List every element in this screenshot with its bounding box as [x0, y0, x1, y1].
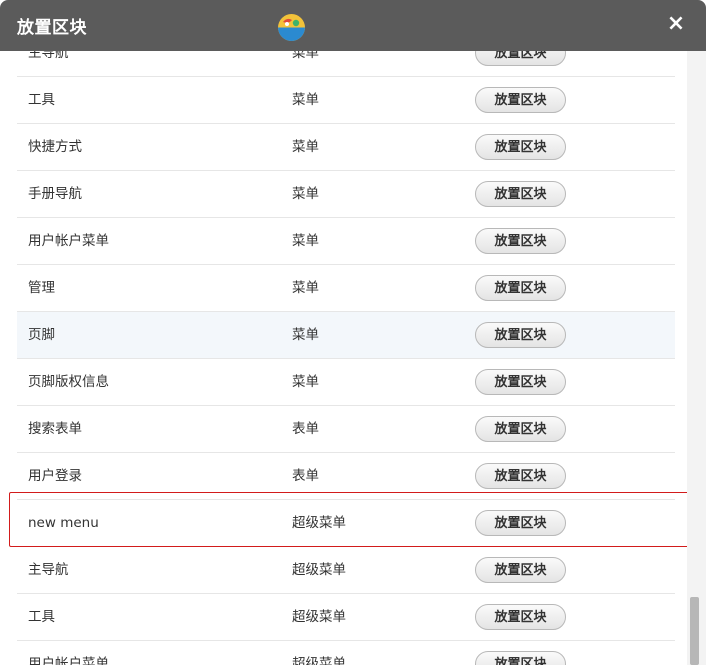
block-name: 工具 — [28, 92, 55, 108]
table-row: 用户帐户菜单 超级菜单 放置区块 — [17, 641, 675, 665]
block-name: 用户帐户菜单 — [28, 233, 109, 249]
block-name: 主导航 — [28, 51, 69, 61]
block-category: 菜单 — [292, 139, 319, 155]
table-row: 手册导航 菜单 放置区块 — [17, 171, 675, 218]
table-row: 搜索表单 表单 放置区块 — [17, 406, 675, 453]
place-block-button[interactable]: 放置区块 — [475, 604, 566, 630]
block-category: 菜单 — [292, 186, 319, 202]
scrollbar-thumb[interactable] — [690, 597, 699, 665]
block-category: 超级菜单 — [292, 515, 346, 531]
place-block-button[interactable]: 放置区块 — [475, 416, 566, 442]
close-icon[interactable]: × — [664, 12, 688, 36]
block-name: 用户登录 — [28, 468, 82, 484]
table-row: 页脚 菜单 放置区块 — [17, 312, 675, 359]
block-category: 超级菜单 — [292, 562, 346, 578]
block-list-content[interactable]: 主导航 菜单 放置区块 工具 菜单 放置区块 快捷方式 菜单 放置区块 手册导航 菜单 放置区块 用户帐… — [0, 51, 706, 665]
block-category: 菜单 — [292, 92, 319, 108]
place-block-button[interactable]: 放置区块 — [475, 557, 566, 583]
place-block-button[interactable]: 放置区块 — [475, 181, 566, 207]
table-row: 页脚版权信息 菜单 放置区块 — [17, 359, 675, 406]
table-row: 管理 菜单 放置区块 — [17, 265, 675, 312]
block-name: 管理 — [28, 280, 55, 296]
block-name: 页脚版权信息 — [28, 374, 109, 390]
block-name: 手册导航 — [28, 186, 82, 202]
place-block-button[interactable]: 放置区块 — [475, 134, 566, 160]
block-category: 表单 — [292, 421, 319, 437]
block-name: new menu — [28, 515, 99, 531]
place-block-button[interactable]: 放置区块 — [475, 322, 566, 348]
block-name: 主导航 — [28, 562, 69, 578]
block-category: 菜单 — [292, 280, 319, 296]
place-block-button[interactable]: 放置区块 — [475, 275, 566, 301]
place-block-button[interactable]: 放置区块 — [475, 369, 566, 395]
table-row: new menu 超级菜单 放置区块 — [17, 500, 675, 547]
table-row: 主导航 超级菜单 放置区块 — [17, 547, 675, 594]
block-name: 用户帐户菜单 — [28, 656, 109, 665]
table-row: 快捷方式 菜单 放置区块 — [17, 124, 675, 171]
table-row: 工具 菜单 放置区块 — [17, 77, 675, 124]
block-category: 菜单 — [292, 327, 319, 343]
block-category: 菜单 — [292, 51, 319, 61]
place-block-button[interactable]: 放置区块 — [475, 651, 566, 665]
block-category: 表单 — [292, 468, 319, 484]
place-block-button[interactable]: 放置区块 — [475, 51, 566, 66]
place-block-button[interactable]: 放置区块 — [475, 510, 566, 536]
place-block-button[interactable]: 放置区块 — [475, 87, 566, 113]
block-name: 快捷方式 — [28, 139, 82, 155]
drupal-drop-logo-icon — [278, 14, 305, 41]
table-row: 主导航 菜单 放置区块 — [17, 51, 675, 77]
block-name: 页脚 — [28, 327, 55, 343]
block-name: 搜索表单 — [28, 421, 82, 437]
scrollbar[interactable] — [687, 51, 706, 665]
place-block-button[interactable]: 放置区块 — [475, 228, 566, 254]
block-category: 菜单 — [292, 374, 319, 390]
block-name: 工具 — [28, 609, 55, 625]
table-row: 用户登录 表单 放置区块 — [17, 453, 675, 500]
block-category: 超级菜单 — [292, 656, 346, 665]
block-category: 菜单 — [292, 233, 319, 249]
dialog-titlebar: 放置区块 × — [0, 0, 706, 51]
table-row: 工具 超级菜单 放置区块 — [17, 594, 675, 641]
block-category: 超级菜单 — [292, 609, 346, 625]
place-block-button[interactable]: 放置区块 — [475, 463, 566, 489]
block-list-table: 主导航 菜单 放置区块 工具 菜单 放置区块 快捷方式 菜单 放置区块 手册导航 菜单 放置区块 用户帐… — [17, 51, 675, 665]
table-row: 用户帐户菜单 菜单 放置区块 — [17, 218, 675, 265]
place-block-dialog: 放置区块 × 主导航 菜单 放置区块 工具 菜单 放置区块 快捷方式 菜单 放置区块 手册导航 菜单… — [0, 0, 706, 665]
dialog-title: 放置区块 — [17, 18, 87, 38]
